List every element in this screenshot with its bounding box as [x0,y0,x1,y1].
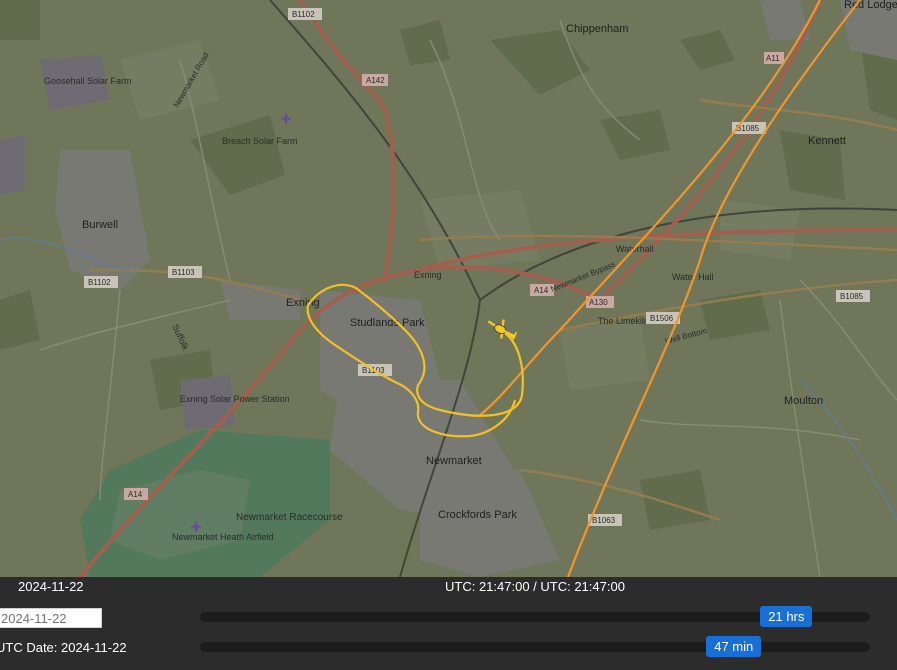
road-label-b1506: B1506 [650,314,674,323]
minutes-slider[interactable]: 47 min [200,636,870,657]
place-label-newmarket: Newmarket [426,455,482,467]
place-label-crockfords-park: Crockfords Park [438,509,517,521]
road-label-b1102-top: B1102 [292,10,315,19]
road-label-a14-mid: A14 [534,286,549,295]
place-label-exning-solar: Exning Solar Power Station [180,394,290,404]
place-label-exning-heath: Exning [414,270,442,280]
map-view[interactable]: Chippenham Red Lodge Kennett Burwell Exn… [0,0,897,577]
place-label-burwell: Burwell [82,219,118,231]
place-label-goosehall: Goosehall Solar Farm [44,76,132,86]
road-label-a14-left: A14 [128,490,143,499]
road-label-a130: A130 [589,298,608,307]
utc-date-label: UTC Date: 2024-11-22 [0,640,127,655]
road-label-b1102-left: B1102 [88,278,111,287]
road-label-a11: A11 [766,54,780,63]
road-label-b1063: B1063 [592,516,616,525]
utc-time-range: UTC: 21:47:00 / UTC: 21:47:00 [445,579,625,594]
place-label-kennett: Kennett [808,135,846,147]
date-input[interactable] [0,608,102,628]
road-label-b1085-right: B1085 [840,292,864,301]
place-label-heath-airfield: Newmarket Heath Airfield [172,532,274,542]
place-label-racecourse: Newmarket Racecourse [236,512,343,523]
place-label-the-limekilns: The Limekilns [598,316,654,326]
minutes-slider-handle[interactable]: 47 min [706,636,762,657]
place-label-moulton: Moulton [784,395,823,407]
road-label-b1103: B1103 [172,268,195,277]
hours-slider-handle[interactable]: 21 hrs [760,606,813,627]
place-label-breach: Breach Solar Farm [222,136,298,146]
hours-slider[interactable]: 21 hrs [200,606,870,627]
place-label-exning: Exning [286,297,320,309]
road-label-a142: A142 [366,76,385,85]
selected-date: 2024-11-22 [18,579,84,594]
place-label-studlands-park: Studlands Park [350,317,425,329]
timeline-panel: 2024-11-22 UTC: 21:47:00 / UTC: 21:47:00… [0,577,897,670]
place-label-chippenham: Chippenham [566,23,628,35]
